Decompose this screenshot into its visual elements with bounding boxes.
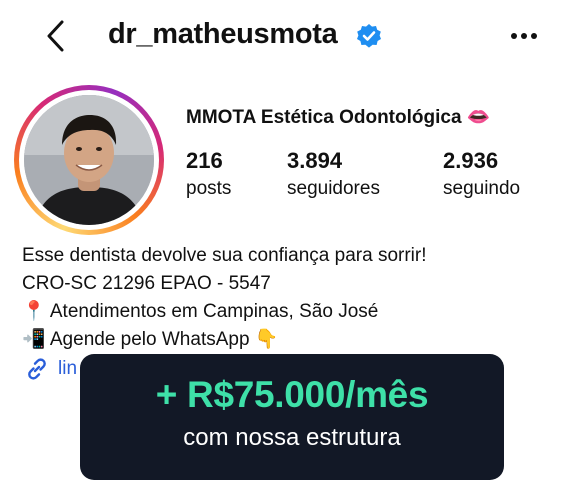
following-count: 2.936 [443,148,499,173]
more-options-button[interactable] [504,22,544,50]
back-button[interactable] [38,16,78,56]
avatar [24,95,154,225]
followers-count: 3.894 [287,148,343,173]
bio-line: 📲 Agende pelo WhatsApp 👇 [22,329,279,350]
chevron-left-icon [47,20,64,52]
stat-followers[interactable]: 3.894 seguidores [287,148,380,200]
bio-line: CRO-SC 21296 EPAO - 5547 [22,273,271,294]
profile-bio: Esse dentista devolve sua confiança para… [22,242,427,354]
profile-link[interactable]: lin [24,356,77,382]
promo-banner: + R$75.000/mês com nossa estrutura [80,354,504,480]
profile-username: dr_matheusmota [108,18,338,50]
story-ring[interactable] [14,85,164,235]
avatar-image [24,95,154,225]
posts-label: posts [186,178,232,199]
followers-label: seguidores [287,178,380,199]
verified-badge-icon [357,24,381,48]
promo-amount: + R$75.000/mês [155,374,429,415]
bio-line: Esse dentista devolve sua confiança para… [22,245,427,266]
more-horizontal-icon [511,33,537,39]
posts-count: 216 [186,148,223,173]
stat-following[interactable]: 2.936 seguindo [443,148,520,200]
link-icon [28,358,46,380]
stat-posts[interactable]: 216 posts [186,148,231,200]
profile-display-name: MMOTA Estética Odontológica 👄 [186,107,491,128]
bio-line: 📍 Atendimentos em Campinas, São José [22,301,379,322]
link-text: lin [58,358,78,379]
following-label: seguindo [443,178,521,199]
top-bar: dr_matheusmota [0,0,585,72]
promo-subtitle: com nossa estrutura [183,424,401,451]
